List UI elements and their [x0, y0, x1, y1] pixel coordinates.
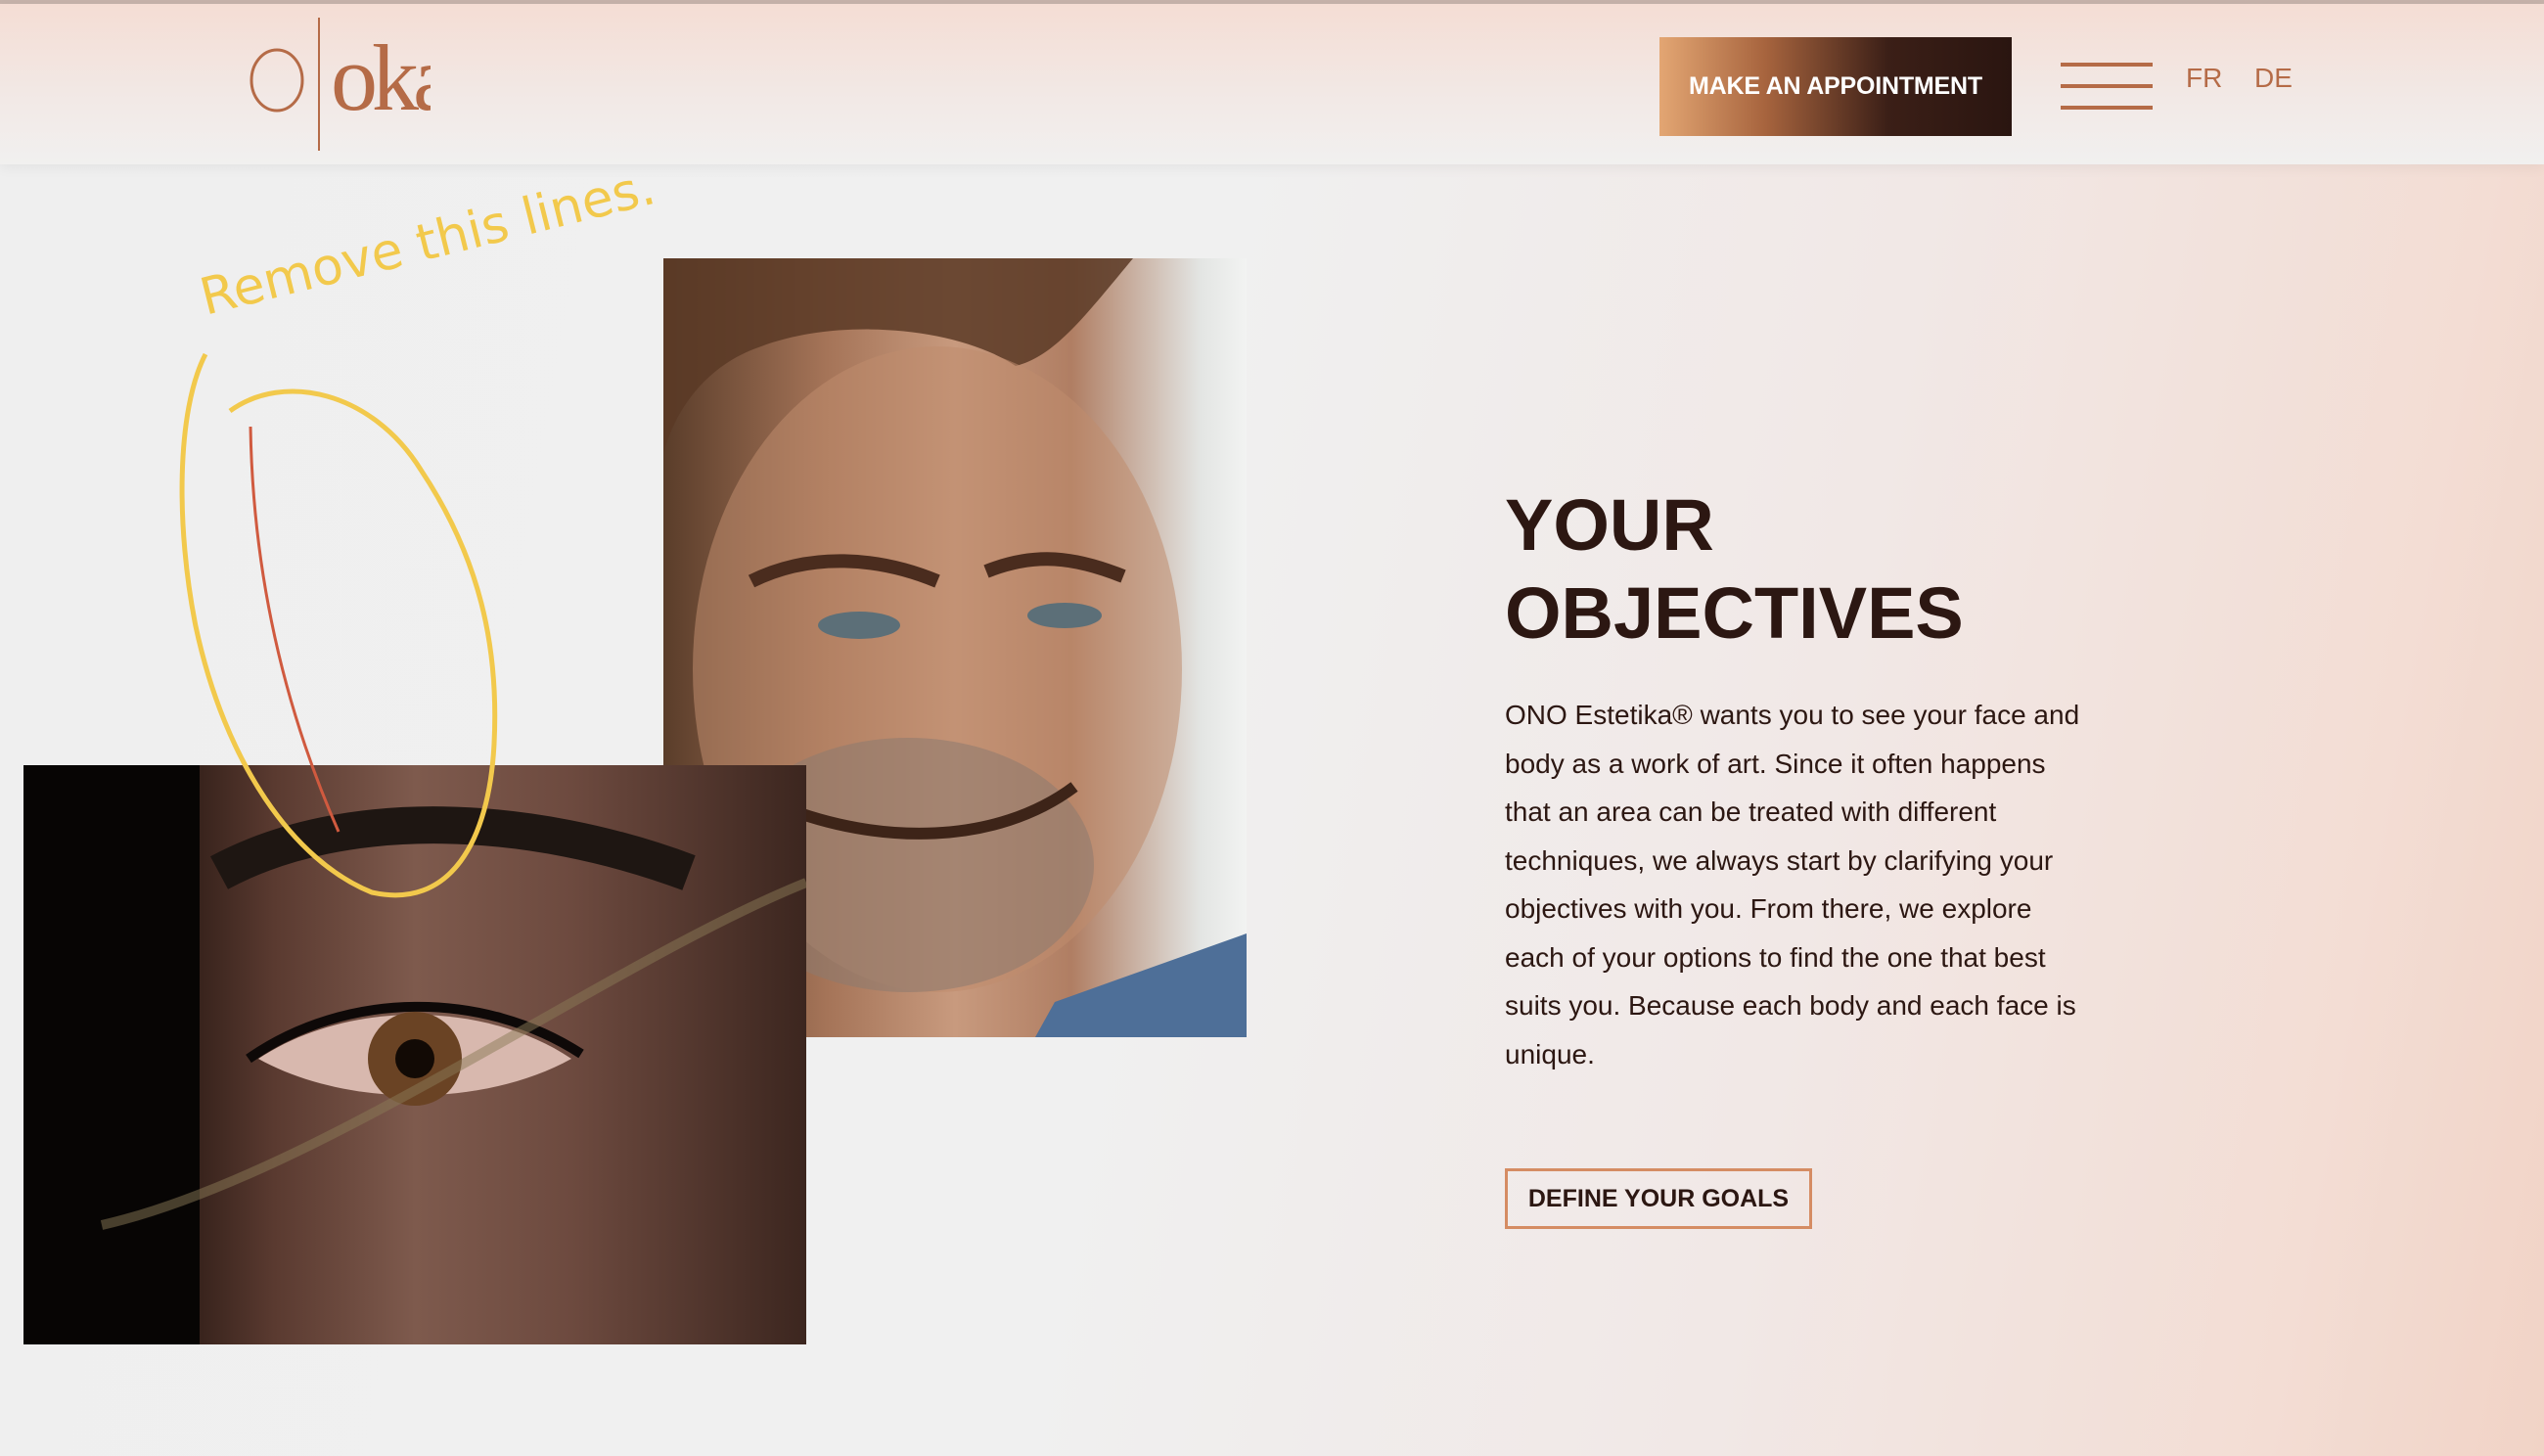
oka-logo[interactable]: oka	[245, 16, 431, 153]
svg-text:Remove this lines.: Remove this lines.	[195, 158, 661, 327]
hamburger-menu-icon[interactable]	[2061, 63, 2153, 110]
objectives-heading-line2: OBJECTIVES	[1505, 572, 1964, 654]
site-header: oka MAKE AN APPOINTMENT FR DE	[0, 4, 2544, 164]
svg-text:oka: oka	[331, 25, 431, 130]
objectives-heading: YOUR OBJECTIVES	[1505, 481, 1964, 658]
lang-de-link[interactable]: DE	[2254, 63, 2293, 94]
make-appointment-button[interactable]: MAKE AN APPOINTMENT	[1659, 37, 2012, 136]
define-your-goals-button[interactable]: DEFINE YOUR GOALS	[1505, 1168, 1812, 1229]
lang-fr-link[interactable]: FR	[2186, 63, 2222, 94]
objectives-description: ONO Estetika® wants you to see your face…	[1505, 700, 2080, 1069]
objectives-heading-line1: YOUR	[1505, 484, 1714, 566]
eye-closeup-image	[23, 765, 806, 1344]
